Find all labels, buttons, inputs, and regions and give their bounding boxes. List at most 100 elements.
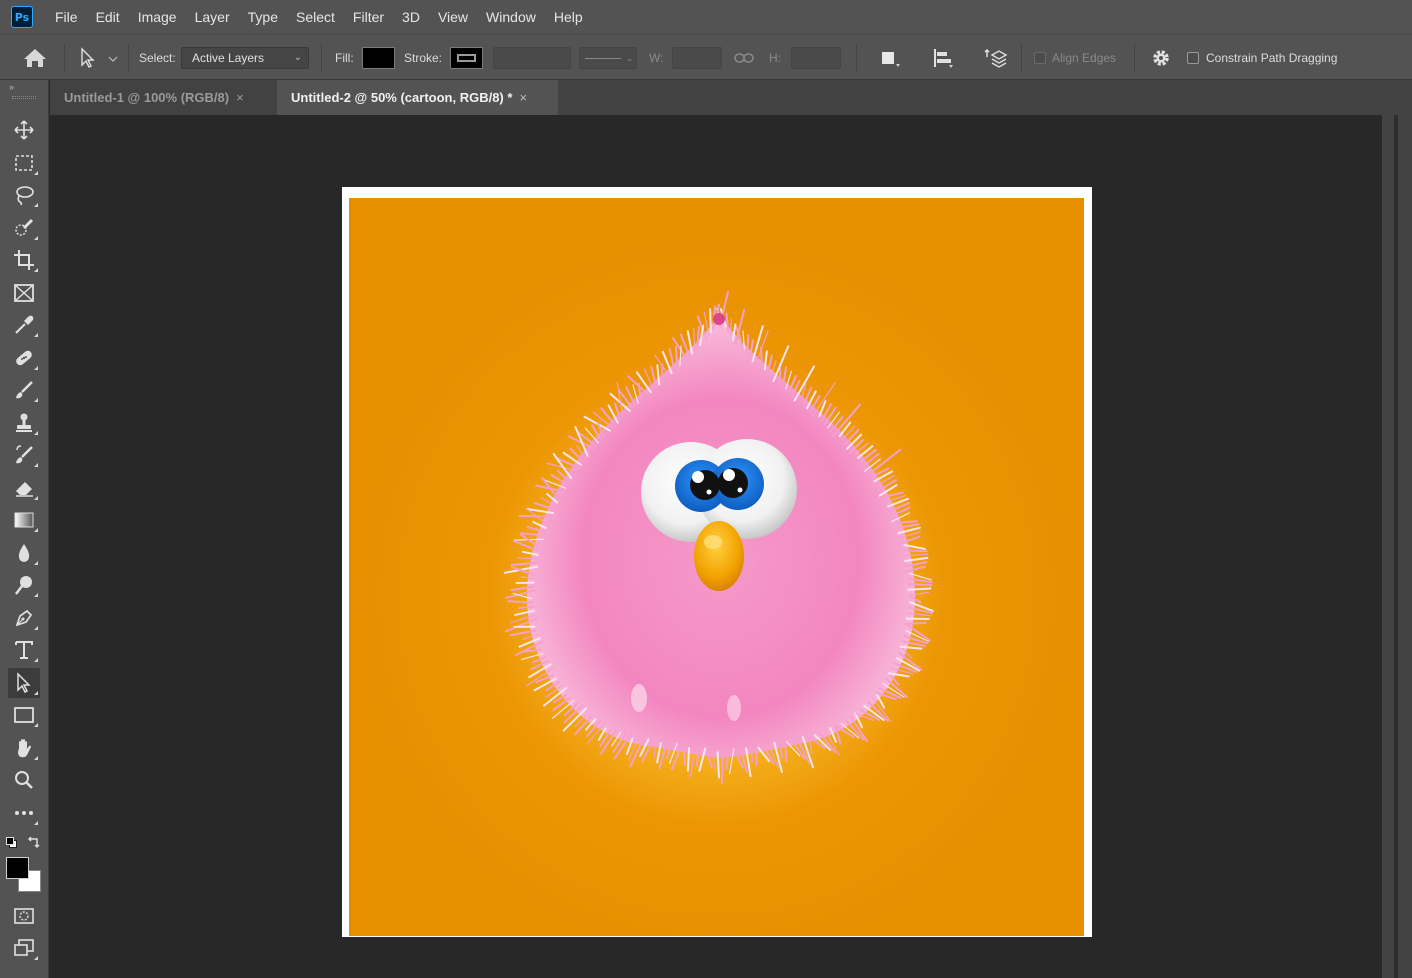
hand-icon	[18, 739, 31, 758]
fur-strand	[709, 308, 712, 334]
menu-window[interactable]: Window	[477, 0, 545, 34]
menu-layer[interactable]: Layer	[186, 0, 239, 34]
crop-tool[interactable]	[8, 245, 40, 275]
rectangle-icon	[14, 707, 34, 723]
tool-preset-picker[interactable]	[78, 35, 118, 81]
panel-grip[interactable]	[12, 96, 36, 99]
stroke-width-field[interactable]	[493, 47, 571, 69]
select-label: Select:	[139, 51, 176, 65]
pen-tool[interactable]	[8, 603, 40, 633]
dodge-tool[interactable]	[8, 570, 40, 600]
separator	[321, 44, 322, 72]
select-value: Active Layers	[192, 51, 265, 65]
fur-strand	[516, 557, 539, 560]
menu-3d[interactable]: 3D	[393, 0, 429, 34]
path-arrangement-icon[interactable]	[983, 47, 1011, 69]
lasso-tool[interactable]	[8, 180, 40, 210]
separator	[128, 44, 129, 72]
edit-toolbar-button[interactable]	[8, 798, 40, 828]
screen-mode-button[interactable]	[8, 933, 40, 963]
more-tools-icon	[15, 811, 33, 815]
height-label: H:	[769, 51, 781, 65]
menu-help[interactable]: Help	[545, 0, 592, 34]
photoshop-logo-icon: Ps	[11, 6, 33, 28]
eraser-icon	[16, 482, 33, 497]
menu-bar: Ps File Edit Image Layer Type Select Fil…	[0, 0, 1412, 34]
separator	[856, 44, 857, 72]
path-selection-preset-icon	[81, 47, 118, 68]
collapse-panel-icon[interactable]: »	[9, 82, 14, 92]
type-icon	[15, 641, 33, 659]
clone-stamp-icon	[16, 413, 32, 432]
eyedropper-tool[interactable]	[8, 310, 40, 340]
separator	[1021, 44, 1022, 72]
width-field[interactable]	[672, 47, 722, 69]
menu-edit[interactable]: Edit	[87, 0, 129, 34]
menu-view[interactable]: View	[429, 0, 477, 34]
tab-untitled-2[interactable]: Untitled-2 @ 50% (cartoon, RGB/8) * ×	[277, 80, 558, 115]
hand-tool[interactable]	[8, 733, 40, 763]
quick-selection-tool[interactable]	[8, 213, 40, 243]
menu-filter[interactable]: Filter	[344, 0, 393, 34]
menu-image[interactable]: Image	[129, 0, 186, 34]
fur-strand	[904, 621, 927, 625]
fill-label: Fill:	[335, 51, 354, 65]
options-bar: Select: Active Layers ⌄ Fill: Stroke: ⌄ …	[0, 34, 1412, 80]
eraser-tool[interactable]	[8, 473, 40, 503]
select-dropdown[interactable]: Active Layers ⌄	[181, 47, 309, 69]
stroke-swatch[interactable]	[450, 47, 483, 69]
vertical-scrollbar[interactable]	[1382, 115, 1412, 978]
home-button[interactable]	[22, 35, 48, 81]
fur-strand	[720, 750, 725, 785]
path-alignment-icon[interactable]	[930, 47, 956, 69]
menu-select[interactable]: Select	[287, 0, 344, 34]
clone-stamp-tool[interactable]	[8, 408, 40, 438]
fill-swatch[interactable]	[362, 47, 395, 69]
chevron-down-icon: ⌄	[626, 52, 634, 63]
history-brush-icon	[16, 445, 33, 464]
quick-selection-icon	[15, 218, 34, 236]
move-tool[interactable]	[8, 115, 40, 145]
brush-icon	[16, 381, 33, 399]
align-edges-checkbox[interactable]	[1034, 52, 1046, 64]
path-operations-icon[interactable]	[877, 47, 903, 69]
type-tool[interactable]	[8, 635, 40, 665]
link-icon[interactable]	[734, 51, 754, 65]
stroke-type-dropdown[interactable]: ⌄	[579, 47, 637, 69]
foreground-color-swatch[interactable]	[6, 857, 29, 879]
constrain-path-dragging-label: Constrain Path Dragging	[1206, 51, 1338, 65]
close-icon[interactable]: ×	[519, 90, 527, 105]
rectangular-marquee-icon	[15, 155, 33, 171]
blur-tool[interactable]	[8, 538, 40, 568]
menu-type[interactable]: Type	[239, 0, 287, 34]
constrain-path-dragging-checkbox[interactable]	[1187, 52, 1199, 64]
default-colors-icon[interactable]	[6, 837, 18, 849]
fur-strand	[907, 587, 932, 591]
frame-icon	[14, 284, 34, 302]
history-brush-tool[interactable]	[8, 440, 40, 470]
stroke-label: Stroke:	[404, 51, 443, 65]
brush-tool[interactable]	[8, 375, 40, 405]
marquee-tool[interactable]	[8, 148, 40, 178]
height-field[interactable]	[791, 47, 841, 69]
gradient-tool[interactable]	[8, 505, 40, 535]
menu-file[interactable]: File	[46, 0, 87, 34]
frame-tool[interactable]	[8, 278, 40, 308]
tab-label: Untitled-1 @ 100% (RGB/8)	[64, 90, 230, 105]
rectangle-tool[interactable]	[8, 700, 40, 730]
artwork[interactable]	[349, 198, 1084, 936]
healing-brush-tool[interactable]	[8, 343, 40, 373]
home-icon	[24, 49, 46, 67]
width-label: W:	[649, 51, 664, 65]
lasso-icon	[16, 186, 34, 206]
separator	[64, 44, 65, 72]
gear-icon[interactable]	[1150, 47, 1172, 69]
fur-strand	[729, 318, 732, 337]
swap-colors-icon[interactable]	[27, 835, 41, 849]
quick-mask-button[interactable]	[8, 901, 40, 931]
fur-strand	[674, 346, 679, 370]
path-selection-tool[interactable]	[8, 668, 40, 698]
tab-untitled-1[interactable]: Untitled-1 @ 100% (RGB/8) ×	[50, 80, 276, 115]
close-icon[interactable]: ×	[236, 90, 244, 105]
zoom-tool[interactable]	[8, 765, 40, 795]
